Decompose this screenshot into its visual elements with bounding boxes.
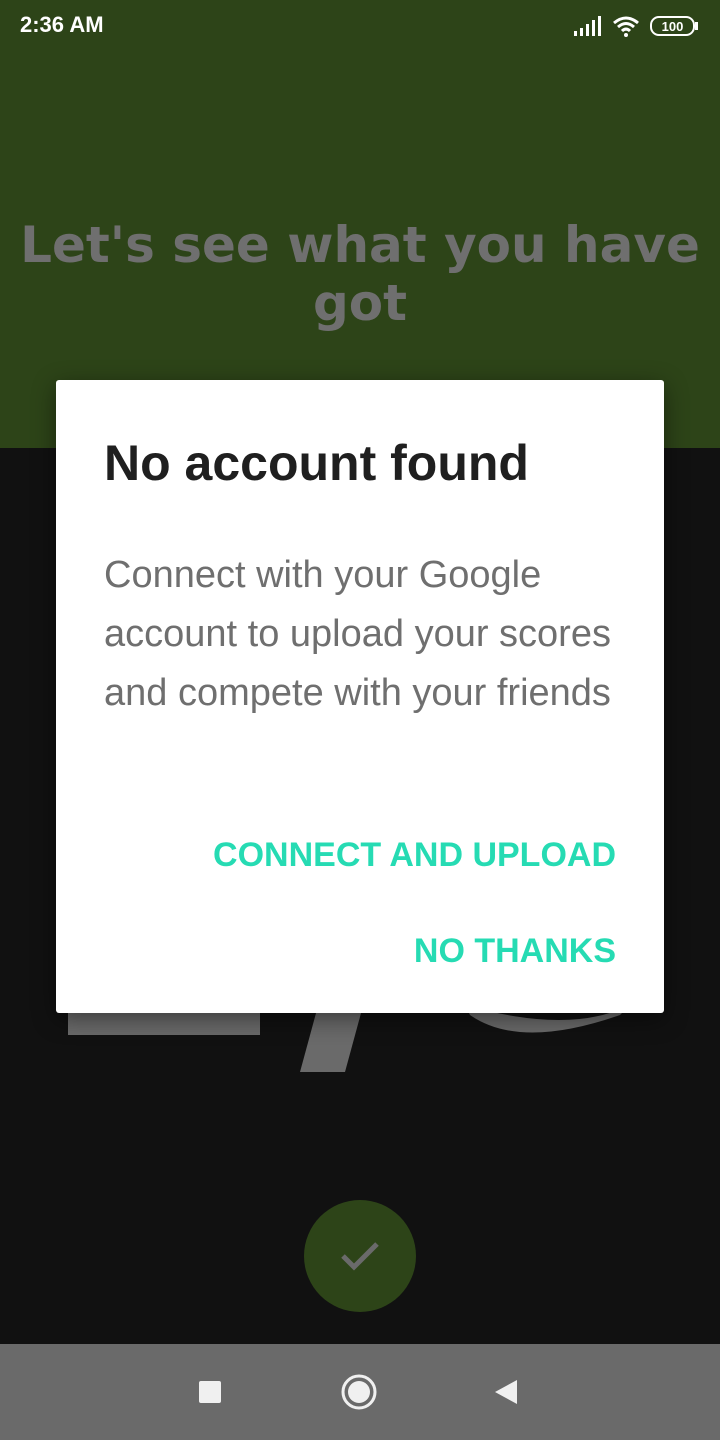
back-button[interactable] <box>486 1372 526 1412</box>
no-thanks-button[interactable]: NO THANKS <box>414 932 616 971</box>
recent-apps-button[interactable] <box>190 1372 230 1412</box>
connect-and-upload-button[interactable]: CONNECT AND UPLOAD <box>213 836 616 875</box>
dialog-title: No account found <box>104 435 529 491</box>
home-button[interactable] <box>339 1372 379 1412</box>
back-icon <box>495 1380 517 1404</box>
home-icon <box>341 1374 377 1410</box>
dialog-message: Connect with your Google account to uplo… <box>104 554 611 714</box>
navigation-bar <box>0 1344 720 1440</box>
recent-apps-icon <box>199 1381 221 1403</box>
no-account-dialog: No account found Connect with your Googl… <box>56 380 664 1013</box>
